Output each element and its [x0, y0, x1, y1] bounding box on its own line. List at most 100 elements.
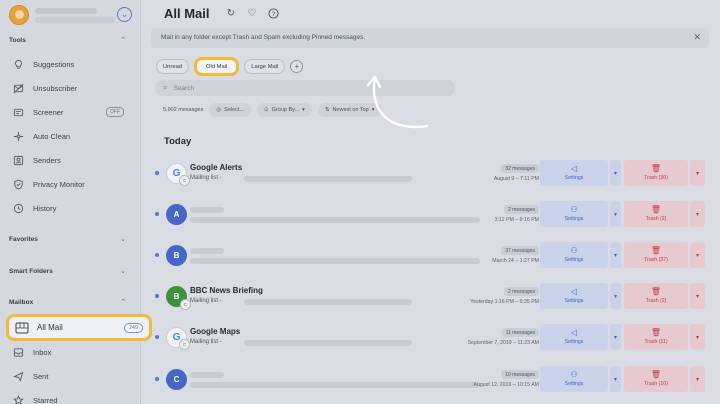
mailing-list-icon: ⊂: [179, 339, 190, 350]
chip-unread[interactable]: Unread: [156, 59, 190, 74]
unsubscribe-icon: [12, 82, 24, 94]
unread-dot: [155, 171, 159, 175]
add-filter-icon[interactable]: +: [290, 60, 304, 73]
avatar: A: [166, 204, 187, 225]
status-badge: OFF: [106, 107, 124, 117]
heart-icon[interactable]: ♡: [246, 7, 258, 19]
person-icon: ⚇: [570, 370, 578, 379]
table-row[interactable]: G ⊂ Google Alerts Mailing list - 32 messa…: [151, 160, 711, 190]
trash-dropdown[interactable]: ▾: [690, 283, 705, 309]
sort-button[interactable]: ⇅ Newest on Top ▾: [317, 103, 382, 117]
settings-button[interactable]: ◁ Settings: [540, 324, 608, 350]
sidebar-item-label: Senders: [33, 155, 61, 165]
chip-large-mail[interactable]: Large Mail: [244, 59, 286, 74]
sidebar-item-sent[interactable]: Sent: [12, 367, 134, 385]
trash-dropdown[interactable]: ▾: [690, 324, 705, 350]
account-name-redacted: [35, 8, 97, 14]
group-by-button[interactable]: ⊙ Group By... ▾: [257, 103, 312, 117]
message-count-badge: 37 messages: [501, 246, 539, 255]
chevron-up-icon[interactable]: ⌃: [120, 36, 126, 44]
sidebar-item-inbox[interactable]: Inbox: [12, 343, 134, 361]
chevron-down-icon[interactable]: ⌄: [120, 267, 126, 275]
message-count-badge: 2 messages: [504, 205, 539, 214]
settings-button[interactable]: ⚇ Settings: [540, 242, 608, 268]
table-row[interactable]: G ⊂ Google Maps Mailing list - 11 message…: [151, 324, 711, 354]
close-icon[interactable]: ✕: [693, 32, 701, 43]
history-icon: [12, 202, 24, 214]
date-range: Yesterday 1:16 PM – 9:35 PM: [470, 299, 539, 305]
person-icon: ⚇: [570, 205, 578, 214]
trash-button[interactable]: 🗑 Trash (30): [624, 160, 688, 186]
settings-button[interactable]: ⚇ Settings: [540, 366, 608, 392]
table-row[interactable]: A 2 messages 3:12 PM – 9:16 PM ⚇ Settings…: [151, 201, 711, 231]
sidebar-item-senders[interactable]: Senders: [12, 151, 134, 169]
sent-icon: [12, 370, 24, 382]
help-icon[interactable]: ?: [267, 7, 279, 19]
settings-dropdown[interactable]: ▾: [610, 366, 621, 392]
chevron-up-icon[interactable]: ⌃: [120, 298, 126, 306]
sender-redacted: [190, 248, 224, 254]
section-tools: Tools: [9, 37, 26, 44]
trash-button[interactable]: 🗑 Trash (11): [624, 324, 688, 350]
settings-dropdown[interactable]: ▾: [610, 160, 621, 186]
sidebar-item-suggestions[interactable]: Suggestions: [12, 55, 134, 73]
trash-icon: 🗑: [650, 287, 662, 296]
refresh-icon[interactable]: ↻: [225, 7, 237, 19]
sidebar-item-label: Privacy Monitor: [33, 179, 85, 189]
avatar: B: [166, 245, 187, 266]
settings-button[interactable]: ◁ Settings: [540, 160, 608, 186]
avatar[interactable]: [9, 5, 29, 25]
settings-button[interactable]: ◁ Settings: [540, 283, 608, 309]
unread-dot: [155, 294, 159, 298]
group-icon: ⊙: [264, 107, 269, 113]
trash-button[interactable]: 🗑 Trash (2): [624, 283, 688, 309]
avatar: C: [166, 369, 187, 390]
message-count-badge: 11 messages: [501, 328, 539, 337]
settings-dropdown[interactable]: ▾: [610, 201, 621, 227]
chevron-down-icon[interactable]: ⌄: [117, 7, 132, 22]
table-row[interactable]: B 37 messages March 24 – 1:27 PM ⚇ Settin…: [151, 242, 711, 272]
sidebar-item-unsubscriber[interactable]: Unsubscriber: [12, 79, 134, 97]
select-button[interactable]: ◎ Select...: [209, 103, 252, 117]
sender-name: Google Alerts: [190, 163, 243, 172]
sidebar-item-label: All Mail: [37, 323, 63, 332]
trash-icon: 🗑: [650, 164, 662, 173]
trash-dropdown[interactable]: ▾: [690, 160, 705, 186]
trash-button[interactable]: 🗑 Trash (37): [624, 242, 688, 268]
preview-redacted: [244, 299, 412, 305]
chip-old-mail[interactable]: Old Mail: [194, 57, 240, 76]
date-range: September 7, 2019 – 11:23 AM: [467, 340, 539, 346]
sidebar-item-starred[interactable]: Starred: [12, 391, 134, 404]
settings-dropdown[interactable]: ▾: [610, 283, 621, 309]
sidebar-item-privacy-monitor[interactable]: Privacy Monitor: [12, 175, 134, 193]
trash-button[interactable]: 🗑 Trash (2): [624, 201, 688, 227]
table-row[interactable]: C 10 messages August 12, 2019 – 10:15 AM…: [151, 366, 711, 396]
sender-redacted: [190, 207, 224, 213]
trash-button[interactable]: 🗑 Trash (10): [624, 366, 688, 392]
svg-text:?: ?: [271, 10, 275, 17]
sidebar-item-label: Sent: [33, 371, 49, 381]
search-input[interactable]: ⌕ Search: [155, 80, 455, 96]
table-row[interactable]: B ⊂ BBC News Briefing Mailing list - 2 me…: [151, 283, 711, 313]
preview-redacted: [190, 382, 480, 388]
sidebar-item-auto-clean[interactable]: Auto Clean: [12, 127, 134, 145]
trash-dropdown[interactable]: ▾: [690, 201, 705, 227]
sidebar-item-history[interactable]: History: [12, 199, 134, 217]
sidebar-item-all-mail[interactable]: All Mail 249: [6, 314, 152, 341]
preview-redacted: [190, 258, 480, 264]
section-mailbox: Mailbox: [9, 299, 34, 306]
main-panel: All Mail ↻ ♡ ? Mail in any folder except…: [141, 0, 720, 404]
sidebar-item-screener[interactable]: Screener OFF: [12, 103, 134, 121]
message-count-badge: 2 messages: [504, 287, 539, 296]
trash-dropdown[interactable]: ▾: [690, 366, 705, 392]
chevron-down-icon[interactable]: ⌄: [120, 235, 126, 243]
chevron-down-icon: ▾: [302, 107, 305, 113]
message-count-badge: 32 messages: [501, 164, 539, 173]
account-header[interactable]: ⌄: [9, 5, 134, 25]
settings-dropdown[interactable]: ▾: [610, 242, 621, 268]
settings-button[interactable]: ⚇ Settings: [540, 201, 608, 227]
settings-dropdown[interactable]: ▾: [610, 324, 621, 350]
avatar: G ⊂: [166, 327, 190, 350]
sender-sub: Mailing list -: [190, 339, 222, 345]
trash-dropdown[interactable]: ▾: [690, 242, 705, 268]
